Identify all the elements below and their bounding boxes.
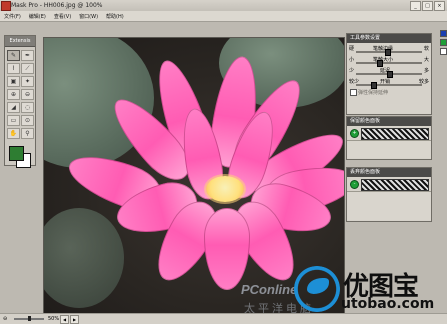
extensis-toolbox: Extensis ✎ ✒ ⌇ ⟋ ▣ ✦ ⊕ ⊖ ◢ ◌ ▭ ⊙ ✋ ⚲ [4, 35, 36, 168]
keep-color-panel: 保留颜色面板 + [346, 116, 432, 160]
foreground-color-swatch[interactable] [9, 146, 24, 161]
zoom-in-icon[interactable]: ⊙ [21, 115, 34, 126]
close-button[interactable]: × [434, 1, 445, 11]
magic-brush-icon[interactable]: ⟋ [21, 63, 34, 74]
color-chip[interactable] [440, 39, 447, 46]
menu-bar: 文件(F) 编辑(E) 查看(V) 窗口(W) 帮助(H) [0, 11, 447, 22]
eyedropper-drop-icon[interactable]: ⊖ [21, 89, 34, 100]
overhead-slider-track[interactable] [356, 84, 422, 86]
menu-window[interactable]: 窗口(W) [75, 13, 102, 20]
window-controls: _ □ × [410, 1, 445, 11]
option-row: 较少 开销 较多 [347, 76, 431, 89]
toolbox-title: Extensis [5, 36, 35, 47]
zoom-out-icon[interactable]: ⊖ [3, 316, 7, 322]
keep-panel-list [347, 141, 431, 158]
elastic-option[interactable]: 弹性保持延伸 [347, 87, 431, 97]
zoom-percent: 50% [48, 316, 60, 322]
keep-color-row[interactable]: + [347, 126, 431, 141]
status-bar: ⊖ 50% ◀ ▶ [0, 313, 447, 324]
maximize-button[interactable]: □ [422, 1, 433, 11]
option-left-label: 少 [349, 68, 355, 74]
tool-options-title: 工具参数设置 [347, 34, 431, 43]
app-icon [1, 1, 11, 11]
menu-file[interactable]: 文件(F) [0, 13, 25, 20]
keep-panel-title: 保留颜色面板 [347, 117, 431, 126]
petal [204, 208, 250, 290]
logo-url: utobao.com [341, 296, 435, 312]
menu-view[interactable]: 查看(V) [50, 13, 75, 20]
magic-wand-icon[interactable]: ✦ [21, 76, 34, 87]
leaf [44, 208, 124, 308]
brush-tool-icon[interactable]: ⌇ [7, 63, 20, 74]
keep-color-swatch[interactable] [361, 128, 429, 140]
eraser-tool-icon[interactable]: ▭ [7, 115, 20, 126]
option-right-label: 多 [423, 68, 429, 74]
option-row: 少 延迟 多 [347, 65, 431, 78]
keep-add-icon[interactable]: + [350, 129, 359, 138]
option-row: 小 笔触大小 大 [347, 54, 431, 67]
blur-tool-icon[interactable]: ◌ [21, 102, 34, 113]
drop-color-swatch[interactable] [361, 179, 429, 191]
fill-tool-icon[interactable]: ▣ [7, 76, 20, 87]
size-slider-track[interactable] [356, 62, 422, 64]
watermark: PConline [241, 282, 298, 297]
option-left-label: 小 [349, 57, 355, 63]
elastic-label: 弹性保持延伸 [358, 90, 389, 96]
eyedropper-keep-icon[interactable]: ⊕ [7, 89, 20, 100]
tool-grid: ✎ ✒ ⌇ ⟋ ▣ ✦ ⊕ ⊖ ◢ ◌ ▭ ⊙ ✋ ⚲ [5, 47, 35, 142]
option-right-label: 大 [423, 57, 429, 63]
elastic-checkbox[interactable] [350, 89, 357, 96]
color-chip[interactable] [440, 48, 447, 55]
option-left-label: 硬 [349, 46, 355, 52]
pen-tool-icon[interactable]: ✎ [7, 50, 20, 61]
drop-color-row[interactable]: - [347, 177, 431, 192]
zoom-slider-thumb[interactable] [28, 316, 31, 321]
color-strip [440, 30, 447, 55]
minimize-button[interactable]: _ [410, 1, 421, 11]
color-swatches [7, 144, 33, 170]
drop-add-icon[interactable]: - [350, 180, 359, 189]
lotus-seedpod [206, 176, 244, 202]
drop-panel-title: 丢弃颜色面板 [347, 168, 431, 177]
drop-panel-list [347, 192, 431, 220]
magic-pen-icon[interactable]: ✒ [21, 50, 34, 61]
tool-options-panel: 工具参数设置 硬 笔触边缘 软 小 笔触大小 大 少 延迟 多 较少 开销 较多… [346, 33, 432, 115]
hand-tool-icon[interactable]: ✋ [7, 128, 20, 139]
chisel-tool-icon[interactable]: ◢ [7, 102, 20, 113]
option-row: 硬 笔触边缘 软 [347, 43, 431, 56]
menu-help[interactable]: 帮助(H) [102, 13, 128, 20]
menu-edit[interactable]: 编辑(E) [25, 13, 50, 20]
color-chip[interactable] [440, 30, 447, 37]
option-right-label: 软 [423, 46, 429, 52]
drop-color-panel: 丢弃颜色面板 - [346, 167, 432, 222]
window-title: Mask Pro - HH006.jpg @ 100% [11, 2, 103, 9]
zoom-tool-icon[interactable]: ⚲ [21, 128, 34, 139]
